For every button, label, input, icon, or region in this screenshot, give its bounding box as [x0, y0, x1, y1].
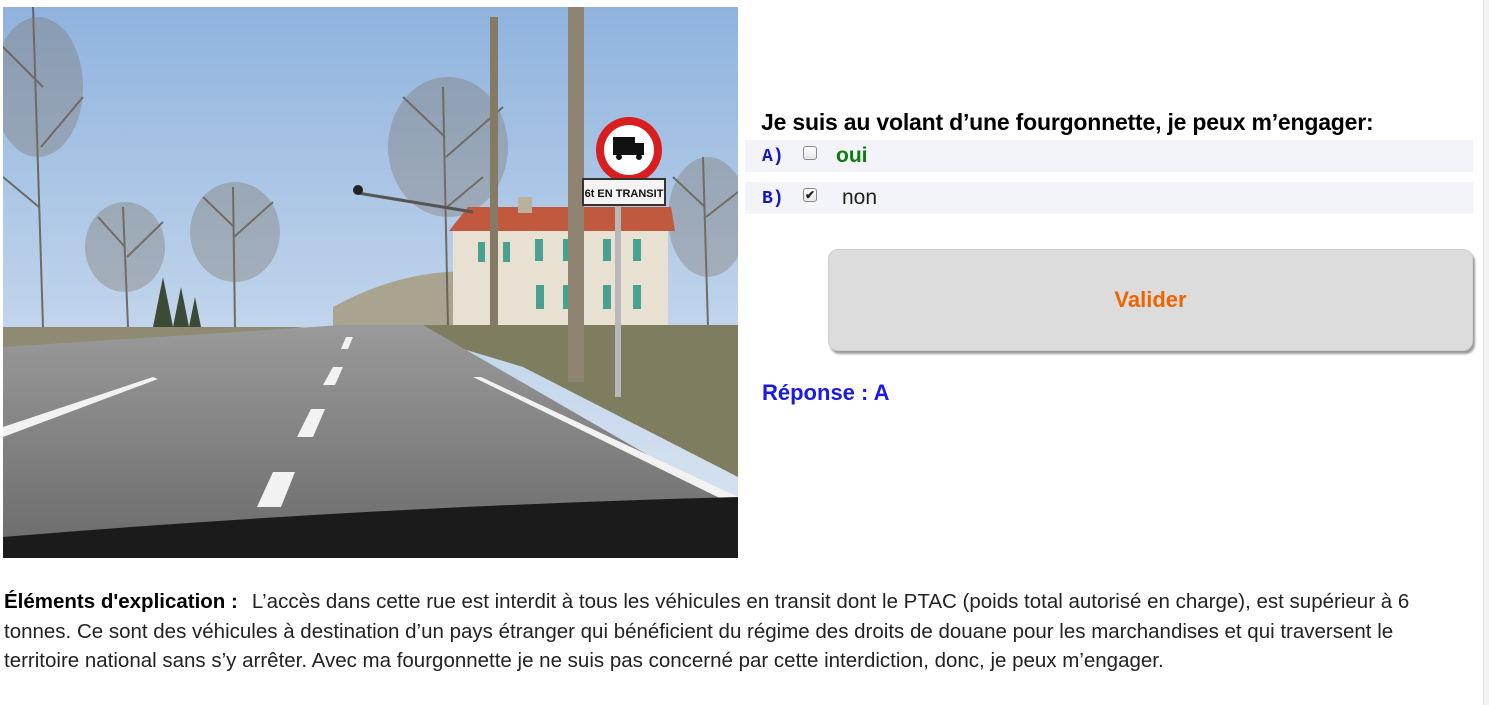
answer-checkbox-b[interactable]: ✔	[803, 188, 817, 202]
transit-sign-label: 6t EN TRANSIT	[585, 188, 664, 200]
answer-option-a[interactable]: A) oui	[745, 140, 1473, 172]
explanation-label: Éléments d'explication :	[4, 590, 238, 613]
answer-option-b[interactable]: B) ✔ non	[745, 182, 1473, 214]
answer-letter-a: A)	[762, 147, 784, 167]
answer-checkbox-a[interactable]	[803, 146, 817, 160]
question-photo: 6t EN TRANSIT	[3, 7, 738, 558]
explanation-block: Éléments d'explication : L’accès dans cet…	[4, 587, 1474, 676]
answer-label-a[interactable]: oui	[836, 144, 868, 168]
answer-label-b[interactable]: non	[842, 186, 877, 210]
correct-answer-text: Réponse : A	[762, 380, 890, 405]
answer-letter-b: B)	[762, 189, 784, 209]
page-scrollbar-edge	[1483, 0, 1489, 705]
validate-button[interactable]: Valider	[828, 249, 1473, 351]
question-text: Je suis au volant d’une fourgonnette, je…	[761, 109, 1374, 135]
